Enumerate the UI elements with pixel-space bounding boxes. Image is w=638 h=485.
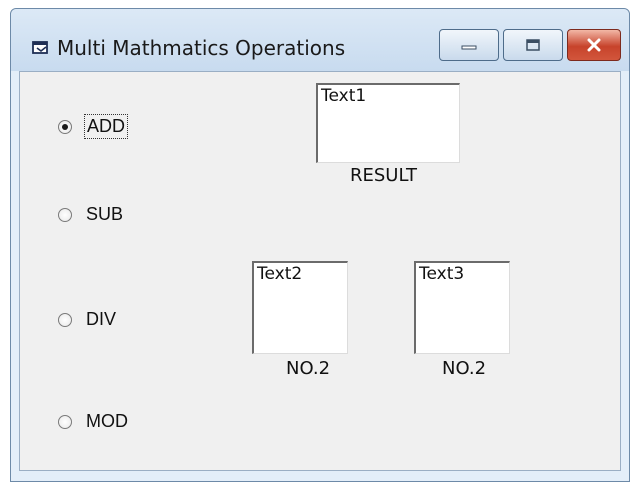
radio-label: MOD xyxy=(86,411,128,431)
radio-label: DIV xyxy=(86,309,117,329)
radio-add[interactable]: ADD xyxy=(58,114,129,139)
result-label: RESULT xyxy=(350,165,418,186)
close-icon xyxy=(587,38,601,52)
maximize-icon xyxy=(526,39,540,51)
minimize-button[interactable] xyxy=(439,29,499,61)
minimize-icon xyxy=(461,45,477,50)
radio-circle[interactable] xyxy=(58,312,72,327)
close-button[interactable] xyxy=(567,29,621,61)
second-number-textbox[interactable]: Text3 xyxy=(414,261,510,354)
maximize-button[interactable] xyxy=(503,29,563,61)
title-bar[interactable]: Multi Mathmatics Operations xyxy=(11,9,629,71)
radio-circle[interactable] xyxy=(58,207,72,222)
form-client-area: ADD SUB DIV MOD Text1 RESULT Text2 NO.2 … xyxy=(19,71,621,471)
window-title: Multi Mathmatics Operations xyxy=(57,36,346,60)
radio-circle[interactable] xyxy=(58,414,72,429)
radio-label: ADD xyxy=(84,114,129,139)
second-number-label: NO.2 xyxy=(442,358,487,379)
app-icon xyxy=(32,41,48,54)
radio-mod[interactable]: MOD xyxy=(58,410,130,433)
radio-selected-dot xyxy=(62,123,68,130)
app-window: Multi Mathmatics Operations ADD SUB DIV … xyxy=(10,8,630,482)
first-number-textbox[interactable]: Text2 xyxy=(252,261,348,354)
radio-label: SUB xyxy=(86,204,124,224)
result-textbox[interactable]: Text1 xyxy=(316,83,460,163)
first-number-label: NO.2 xyxy=(286,358,331,379)
radio-sub[interactable]: SUB xyxy=(58,203,125,226)
radio-div[interactable]: DIV xyxy=(58,308,118,331)
radio-circle[interactable] xyxy=(58,119,72,134)
